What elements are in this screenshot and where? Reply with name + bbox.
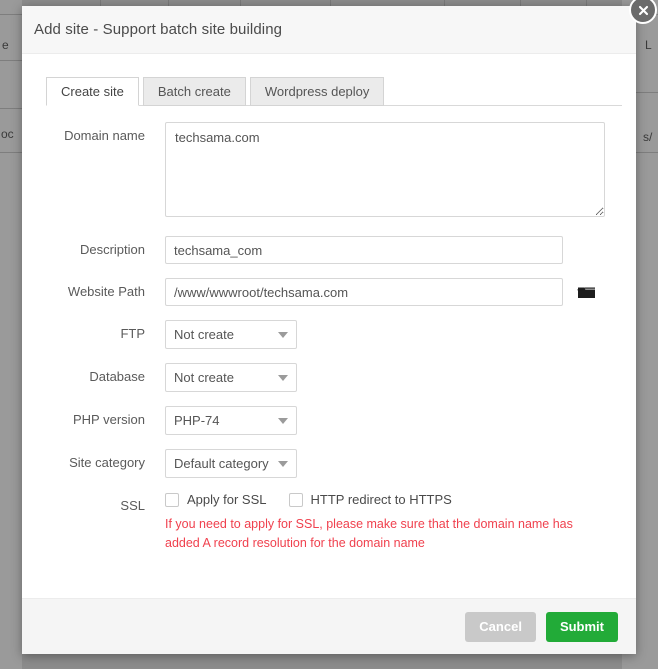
domain-name-input[interactable] (165, 122, 605, 217)
label-ftp: FTP (120, 326, 145, 341)
apply-for-ssl-label: Apply for SSL (187, 492, 267, 507)
create-site-form: Domain name Description Website Path (22, 106, 636, 554)
chevron-down-icon (278, 374, 288, 381)
dialog-footer: Cancel Submit (22, 598, 636, 654)
add-site-dialog: Add site - Support batch site building C… (22, 6, 636, 654)
background-text-fragment: s/ (643, 130, 653, 144)
tab-wordpress-deploy[interactable]: Wordpress deploy (249, 77, 385, 106)
close-icon (638, 5, 648, 15)
label-database: Database (89, 369, 145, 384)
ftp-select-value: Not create (174, 327, 234, 342)
background-text-fragment: L (645, 38, 652, 52)
php-version-select[interactable]: PHP-74 (165, 406, 297, 435)
form-row-description: Description (22, 236, 636, 264)
checkbox-box (288, 492, 303, 507)
ssl-checkbox-group: Apply for SSL HTTP redirect to HTTPS (165, 492, 636, 507)
database-select-value: Not create (174, 370, 234, 385)
checkbox-box (165, 492, 179, 507)
http-redirect-checkbox[interactable]: HTTP redirect to HTTPS (288, 492, 452, 507)
ftp-select[interactable]: Not create (165, 320, 297, 349)
description-input[interactable] (165, 236, 563, 264)
dialog-title: Add site - Support batch site building (34, 21, 283, 38)
http-redirect-label: HTTP redirect to HTTPS (310, 492, 452, 507)
label-website-path: Website Path (67, 284, 145, 299)
tab-bar: Create site Batch create Wordpress deplo… (22, 76, 636, 106)
form-row-site-category: Site category Default category (22, 449, 636, 478)
chevron-down-icon (278, 417, 288, 424)
background-left-panel (0, 0, 22, 669)
submit-button[interactable]: Submit (545, 611, 618, 642)
dialog-header: Add site - Support batch site building (22, 6, 636, 54)
cancel-button[interactable]: Cancel (465, 611, 536, 642)
database-select[interactable]: Not create (165, 363, 297, 392)
form-row-domain-name: Domain name (22, 122, 636, 222)
background-rule (0, 152, 22, 153)
website-path-input[interactable] (165, 278, 563, 306)
form-row-website-path: Website Path (22, 278, 636, 306)
apply-for-ssl-checkbox[interactable]: Apply for SSL (165, 492, 267, 507)
site-category-select-value: Default category (174, 456, 269, 471)
background-rule (0, 108, 22, 109)
form-row-php-version: PHP version PHP-74 (22, 406, 636, 435)
tab-batch-create[interactable]: Batch create (142, 77, 246, 106)
label-php-version: PHP version (72, 412, 145, 427)
form-row-ftp: FTP Not create (22, 320, 636, 349)
background-text-fragment: oc (1, 127, 14, 141)
form-row-ssl: SSL Apply for SSL HTTP redirect to HTTPS… (22, 492, 636, 554)
chevron-down-icon (278, 331, 288, 338)
background-rule (0, 60, 22, 61)
folder-icon[interactable] (577, 285, 596, 300)
background-rule (0, 14, 22, 15)
tab-create-site[interactable]: Create site (46, 77, 139, 106)
label-domain-name: Domain name (64, 128, 145, 143)
ssl-warning-text: If you need to apply for SSL, please mak… (165, 517, 573, 551)
site-category-select[interactable]: Default category (165, 449, 297, 478)
form-row-database: Database Not create (22, 363, 636, 392)
label-ssl: SSL (120, 498, 145, 513)
label-description: Description (79, 242, 145, 257)
tab-list: Create site Batch create Wordpress deplo… (46, 76, 636, 106)
background-text-fragment: e (2, 38, 9, 52)
label-site-category: Site category (69, 455, 145, 470)
chevron-down-icon (278, 460, 288, 467)
php-version-select-value: PHP-74 (174, 413, 220, 428)
